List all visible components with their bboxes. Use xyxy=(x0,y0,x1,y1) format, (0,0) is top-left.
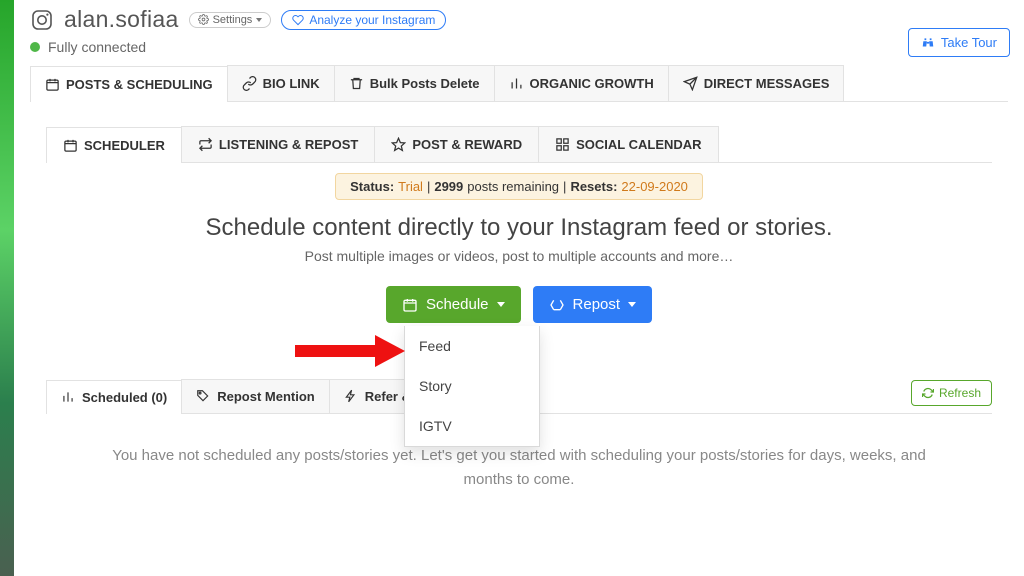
bolt-icon xyxy=(344,389,359,404)
main-panel: alan.sofiaa Settings Analyze your Instag… xyxy=(14,0,1024,576)
tab-organic-growth[interactable]: ORGANIC GROWTH xyxy=(494,65,669,101)
tab-label: SOCIAL CALENDAR xyxy=(576,137,701,152)
tab-label: ORGANIC GROWTH xyxy=(530,76,654,91)
secondary-tabs: SCHEDULER LISTENING & REPOST POST & REWA… xyxy=(46,126,992,163)
schedule-button[interactable]: Schedule xyxy=(386,286,521,323)
grid-icon xyxy=(555,137,570,152)
username: alan.sofiaa xyxy=(64,6,179,33)
schedule-label: Schedule xyxy=(426,296,489,313)
take-tour-button[interactable]: Take Tour xyxy=(908,28,1010,57)
separator: | xyxy=(427,179,430,194)
resets-key: Resets: xyxy=(570,179,617,194)
tab-social-calendar[interactable]: SOCIAL CALENDAR xyxy=(538,126,718,162)
status-banner: Status: Trial | 2999 posts remaining | R… xyxy=(335,173,703,200)
tab-bulk-delete[interactable]: Bulk Posts Delete xyxy=(334,65,495,101)
binoculars-icon xyxy=(921,36,935,50)
tab-label: POST & REWARD xyxy=(412,137,522,152)
tab-scheduler[interactable]: SCHEDULER xyxy=(46,127,182,163)
analyze-button[interactable]: Analyze your Instagram xyxy=(281,10,446,30)
dropdown-item-story[interactable]: Story xyxy=(405,366,539,406)
tab-label: DIRECT MESSAGES xyxy=(704,76,830,91)
tab-label: POSTS & SCHEDULING xyxy=(66,77,213,92)
tab-label: SCHEDULER xyxy=(84,138,165,153)
hero: Schedule content directly to your Instag… xyxy=(30,210,1008,274)
gear-icon xyxy=(198,14,209,25)
calendar-icon xyxy=(45,77,60,92)
dropdown-item-igtv[interactable]: IGTV xyxy=(405,406,539,446)
tab-scheduled[interactable]: Scheduled (0) xyxy=(46,380,182,414)
primary-tabs: POSTS & SCHEDULING BIO LINK Bulk Posts D… xyxy=(30,65,1008,102)
tab-label: Repost Mention xyxy=(217,389,315,404)
tab-direct-messages[interactable]: DIRECT MESSAGES xyxy=(668,65,845,101)
calendar-icon xyxy=(402,297,418,313)
chevron-down-icon xyxy=(628,302,636,307)
link-icon xyxy=(242,76,257,91)
content-area: SCHEDULER LISTENING & REPOST POST & REWA… xyxy=(14,102,1024,508)
hero-subtitle: Post multiple images or videos, post to … xyxy=(30,248,1008,264)
refresh-button[interactable]: Refresh xyxy=(911,380,992,406)
header: alan.sofiaa Settings Analyze your Instag… xyxy=(14,0,1024,35)
bars-icon xyxy=(509,76,524,91)
heart-icon xyxy=(292,14,304,26)
repost-icon xyxy=(198,137,213,152)
tab-repost-mention[interactable]: Repost Mention xyxy=(181,379,330,413)
sidebar-edge xyxy=(0,0,14,576)
settings-button[interactable]: Settings xyxy=(189,12,272,28)
resets-value: 22-09-2020 xyxy=(621,179,688,194)
tag-icon xyxy=(196,389,211,404)
refresh-icon xyxy=(922,387,934,399)
cta-row: Schedule Repost Feed Story IGTV xyxy=(30,286,1008,323)
schedule-dropdown: Feed Story IGTV xyxy=(404,326,540,447)
trash-icon xyxy=(349,76,364,91)
tab-label: LISTENING & REPOST xyxy=(219,137,358,152)
tab-label: Scheduled (0) xyxy=(82,390,167,405)
status-key: Status: xyxy=(350,179,394,194)
hero-title: Schedule content directly to your Instag… xyxy=(30,214,1008,242)
dropdown-item-feed[interactable]: Feed xyxy=(405,326,539,366)
analyze-label: Analyze your Instagram xyxy=(309,13,435,27)
bars-icon xyxy=(61,390,76,405)
status-value: Trial xyxy=(398,179,423,194)
tab-bio-link[interactable]: BIO LINK xyxy=(227,65,335,101)
connection-status: Fully connected xyxy=(14,35,1024,65)
tab-posts-scheduling[interactable]: POSTS & SCHEDULING xyxy=(30,66,228,102)
status-dot-icon xyxy=(30,42,40,52)
settings-label: Settings xyxy=(213,14,253,26)
chevron-down-icon xyxy=(256,18,262,22)
instagram-icon xyxy=(30,8,54,32)
separator: | xyxy=(563,179,566,194)
tab-post-reward[interactable]: POST & REWARD xyxy=(374,126,539,162)
arrow-annotation xyxy=(295,335,405,367)
chevron-down-icon xyxy=(497,302,505,307)
status-label: Fully connected xyxy=(48,39,146,55)
posts-suffix: posts remaining xyxy=(467,179,559,194)
calendar-icon xyxy=(63,138,78,153)
repost-label: Repost xyxy=(573,296,621,313)
tab-label: Bulk Posts Delete xyxy=(370,76,480,91)
tab-label: BIO LINK xyxy=(263,76,320,91)
take-tour-label: Take Tour xyxy=(941,35,997,50)
send-icon xyxy=(683,76,698,91)
repost-button[interactable]: Repost xyxy=(533,286,653,323)
recycle-icon xyxy=(549,297,565,313)
star-icon xyxy=(391,137,406,152)
tab-listening-repost[interactable]: LISTENING & REPOST xyxy=(181,126,375,162)
posts-count: 2999 xyxy=(434,179,463,194)
refresh-label: Refresh xyxy=(939,386,981,400)
